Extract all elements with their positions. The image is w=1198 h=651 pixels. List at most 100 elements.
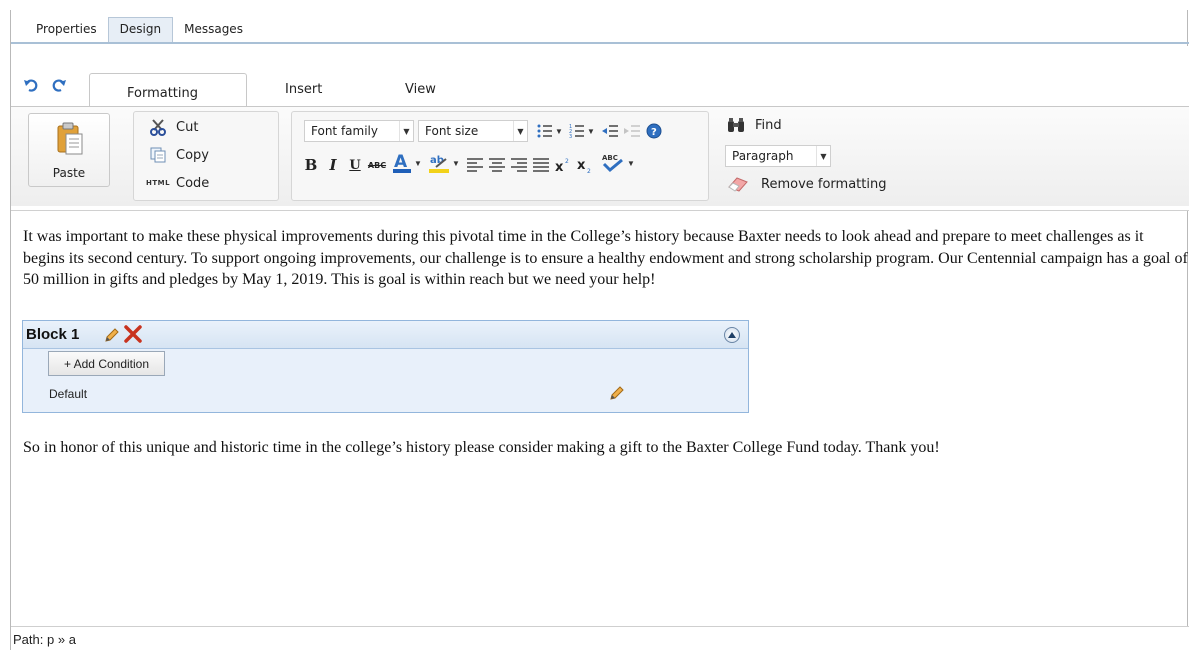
tab-insert[interactable]: Insert: [285, 73, 405, 106]
default-condition-label: Default: [49, 387, 88, 401]
scissors-icon: [148, 118, 168, 136]
font-family-value: Font family: [311, 124, 378, 138]
text-color-button[interactable]: A ▼: [390, 152, 424, 174]
formatting-ribbon: Paste Cut Copy HTML Code Font family ▼ F…: [11, 106, 1189, 206]
add-condition-button[interactable]: + Add Condition: [48, 351, 165, 376]
chevron-down-icon: ▼: [399, 121, 413, 141]
paragraph-value: Paragraph: [732, 149, 794, 163]
tab-design[interactable]: Design: [107, 17, 174, 42]
clipboard-group: Cut Copy HTML Code: [133, 111, 279, 201]
numbered-list-icon: 123: [569, 124, 585, 138]
tools-group: Find Paragraph ▼ Remove formatting: [715, 111, 917, 201]
copy-button[interactable]: Copy: [148, 144, 209, 166]
copy-icon: [148, 146, 168, 164]
paste-group: Paste: [23, 111, 110, 201]
tab-view[interactable]: View: [405, 73, 485, 106]
highlight-color-button[interactable]: ab ▼: [426, 152, 462, 174]
path-prefix: Path:: [13, 632, 44, 647]
tab-properties[interactable]: Properties: [25, 18, 108, 42]
pencil-icon[interactable]: [104, 327, 120, 346]
find-button[interactable]: Find: [727, 117, 782, 133]
svg-text:ABC: ABC: [602, 154, 618, 162]
bullet-list-icon: [537, 124, 553, 138]
editor-content[interactable]: It was important to make these physical …: [11, 210, 1189, 626]
pencil-icon[interactable]: [609, 385, 625, 404]
spellcheck-icon: ABC: [602, 154, 623, 173]
cut-button[interactable]: Cut: [148, 116, 198, 138]
subscript-button[interactable]: x2: [576, 154, 596, 176]
highlight-icon: ab: [429, 155, 450, 173]
paste-button[interactable]: Paste: [28, 113, 110, 187]
chevron-down-icon: ▼: [627, 158, 635, 168]
align-left-icon: [467, 158, 483, 172]
path-element-p[interactable]: p: [47, 632, 54, 647]
strikethrough-button[interactable]: ABC: [366, 154, 388, 176]
superscript-icon: x2: [555, 158, 569, 173]
paste-label: Paste: [52, 166, 86, 180]
chevron-down-icon: ▼: [513, 121, 527, 141]
find-label: Find: [755, 117, 782, 133]
align-center-button[interactable]: [488, 154, 506, 176]
copy-label: Copy: [176, 147, 209, 163]
help-button[interactable]: ?: [644, 120, 664, 142]
align-center-icon: [489, 158, 505, 172]
justify-icon: [533, 158, 549, 172]
bold-button[interactable]: B: [302, 154, 320, 176]
svg-text:x: x: [577, 158, 586, 173]
svg-text:ab: ab: [430, 155, 444, 166]
block-header: Block 1: [23, 321, 748, 349]
paste-icon: [57, 122, 83, 155]
paragraph-select[interactable]: Paragraph ▼: [725, 145, 831, 167]
align-left-button[interactable]: [466, 154, 484, 176]
text-color-icon: A: [393, 152, 412, 173]
path-separator: »: [57, 632, 66, 647]
eraser-icon: [728, 177, 748, 192]
chevron-down-icon: ▼: [816, 146, 830, 166]
align-right-button[interactable]: [510, 154, 528, 176]
svg-text:2: 2: [587, 168, 591, 173]
font-family-select[interactable]: Font family ▼: [304, 120, 414, 142]
content-paragraph-1: It was important to make these physical …: [23, 228, 1188, 288]
undo-redo-group: [23, 77, 67, 93]
tab-formatting[interactable]: Formatting: [89, 73, 247, 106]
html-icon: HTML: [145, 179, 171, 187]
path-element-a[interactable]: a: [69, 632, 76, 647]
superscript-button[interactable]: x2: [554, 154, 574, 176]
remove-formatting-button[interactable]: Remove formatting: [727, 175, 886, 193]
spellcheck-button[interactable]: ABC ▼: [598, 152, 638, 174]
redo-icon[interactable]: [51, 77, 67, 93]
ribbon-area: Formatting Insert View Paste Cut Copy HT…: [11, 46, 1189, 210]
code-label: Code: [176, 175, 210, 191]
bullet-list-button[interactable]: ▼: [536, 120, 564, 142]
align-right-icon: [511, 158, 527, 172]
outdent-icon: [602, 125, 618, 137]
binoculars-icon: [728, 118, 744, 132]
tab-messages[interactable]: Messages: [173, 18, 254, 42]
svg-text:3: 3: [569, 134, 572, 138]
delete-icon[interactable]: [124, 325, 142, 346]
editor-frame: Properties Design Messages Formatting In…: [10, 10, 1189, 650]
justify-button[interactable]: [532, 154, 550, 176]
subscript-icon: x2: [577, 158, 591, 173]
block-title: Block 1: [26, 326, 80, 343]
view-tabs: Properties Design Messages: [11, 17, 1189, 44]
collapse-icon[interactable]: [724, 327, 740, 343]
font-group: Font family ▼ Font size ▼ ▼ 123 ▼ ? B I …: [291, 111, 709, 201]
dynamic-block: Block 1 + Add Condition Default: [22, 320, 749, 413]
numbered-list-button[interactable]: 123 ▼: [568, 120, 596, 142]
font-size-select[interactable]: Font size ▼: [418, 120, 528, 142]
chevron-down-icon: ▼: [587, 126, 595, 136]
svg-text:2: 2: [565, 158, 569, 165]
italic-button[interactable]: I: [324, 154, 342, 176]
code-button[interactable]: HTML Code: [145, 172, 210, 194]
undo-icon[interactable]: [23, 77, 39, 93]
remove-formatting-label: Remove formatting: [761, 176, 887, 192]
chevron-down-icon: ▼: [452, 158, 460, 168]
help-icon: ?: [646, 123, 662, 139]
indent-button[interactable]: [622, 120, 642, 142]
svg-text:?: ?: [651, 127, 657, 138]
cut-label: Cut: [176, 119, 199, 135]
outdent-button[interactable]: [600, 120, 620, 142]
underline-button[interactable]: U: [346, 154, 364, 176]
content-paragraph-2: So in honor of this unique and historic …: [23, 439, 940, 456]
